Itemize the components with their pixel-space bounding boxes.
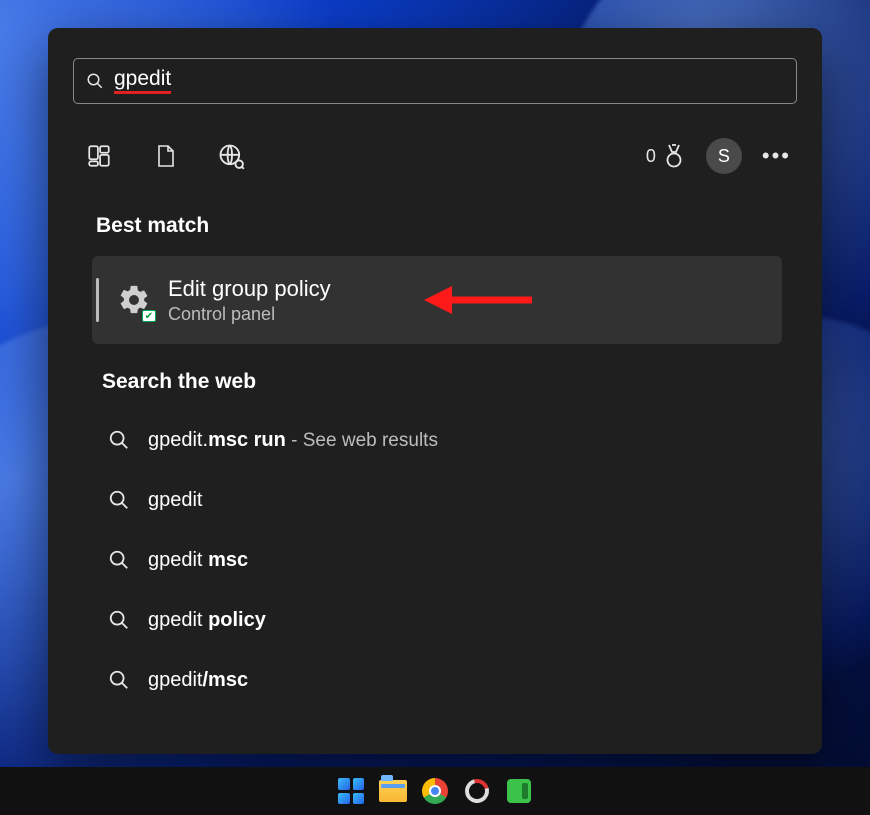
rewards-medal-icon <box>662 143 686 169</box>
avatar-initial: S <box>718 146 730 167</box>
apps-filter-icon[interactable] <box>85 142 113 170</box>
search-icon <box>108 609 130 631</box>
best-match-subtitle: Control panel <box>168 304 331 325</box>
annotation-arrow <box>424 282 534 318</box>
search-icon <box>86 72 104 90</box>
web-result-suffix: - See web results <box>286 430 438 451</box>
rewards-points[interactable]: 0 <box>646 143 686 169</box>
search-query-text[interactable]: gpedit <box>114 68 171 93</box>
more-options-icon[interactable]: ••• <box>762 143 791 169</box>
chrome-icon[interactable] <box>421 777 449 805</box>
app-green-icon[interactable] <box>505 777 533 805</box>
web-filter-icon[interactable] <box>217 142 245 170</box>
group-policy-icon: ✔ <box>114 280 154 320</box>
best-match-result[interactable]: ✔ Edit group policy Control panel <box>92 256 782 344</box>
web-result-bold: /msc <box>203 669 249 691</box>
start-button[interactable] <box>337 777 365 805</box>
search-icon <box>108 669 130 691</box>
taskbar <box>0 767 870 815</box>
web-result-bold: msc <box>208 549 248 571</box>
search-web-heading: Search the web <box>102 370 822 394</box>
web-results-list: gpedit.msc run - See web resultsgpeditgp… <box>92 410 822 710</box>
web-result-prefix: gpedit. <box>148 429 208 451</box>
file-explorer-icon[interactable] <box>379 777 407 805</box>
windows-search-panel: gpedit <box>48 28 822 754</box>
rewards-count: 0 <box>646 146 656 167</box>
documents-filter-icon[interactable] <box>151 142 179 170</box>
web-result-item[interactable]: gpedit <box>92 470 822 530</box>
app-ring-icon[interactable] <box>463 777 491 805</box>
filter-row: 0 S ••• <box>73 126 797 186</box>
web-result-prefix: gpedit <box>148 489 203 511</box>
web-result-item[interactable]: gpedit/msc <box>92 650 822 710</box>
verified-check-icon: ✔ <box>142 310 156 322</box>
search-icon <box>108 549 130 571</box>
best-match-heading: Best match <box>96 214 822 238</box>
web-result-bold: policy <box>208 609 266 631</box>
web-result-item[interactable]: gpedit.msc run - See web results <box>92 410 822 470</box>
search-icon <box>108 429 130 451</box>
web-result-prefix: gpedit <box>148 549 208 571</box>
web-result-item[interactable]: gpedit msc <box>92 530 822 590</box>
web-result-item[interactable]: gpedit policy <box>92 590 822 650</box>
search-icon <box>108 489 130 511</box>
web-result-prefix: gpedit <box>148 669 203 691</box>
web-result-bold: msc run <box>208 429 286 451</box>
user-avatar[interactable]: S <box>706 138 742 174</box>
best-match-title: Edit group policy <box>168 275 331 303</box>
search-input-box[interactable]: gpedit <box>73 58 797 104</box>
web-result-prefix: gpedit <box>148 609 208 631</box>
